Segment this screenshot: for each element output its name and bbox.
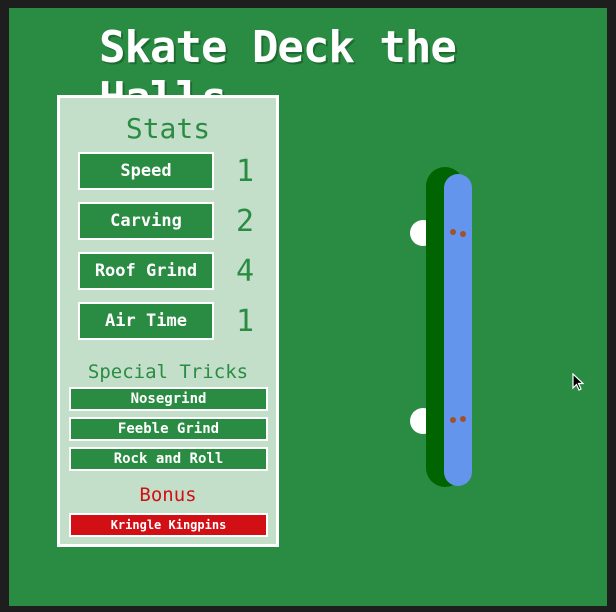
trick-item: Rock and Roll bbox=[69, 447, 268, 471]
bolt bbox=[450, 229, 456, 235]
bolt bbox=[450, 417, 456, 423]
bolt bbox=[460, 231, 466, 237]
game-canvas[interactable]: Skate Deck the Halls Stats Speed 1 Carvi… bbox=[9, 8, 607, 606]
stat-value: 1 bbox=[236, 303, 255, 339]
stat-row-speed: Speed 1 bbox=[78, 152, 268, 194]
stat-label: Speed bbox=[78, 152, 214, 190]
mouse-cursor-icon bbox=[572, 373, 585, 391]
stat-value: 1 bbox=[236, 153, 255, 189]
skateboard[interactable] bbox=[401, 166, 491, 496]
special-tricks-heading: Special Tricks bbox=[87, 361, 249, 383]
stat-row-air-time: Air Time 1 bbox=[78, 302, 268, 344]
bonus-item: Kringle Kingpins bbox=[69, 513, 268, 537]
deck-top bbox=[444, 174, 472, 486]
stat-value: 4 bbox=[236, 253, 255, 289]
stats-heading: Stats bbox=[125, 112, 211, 145]
stat-value: 2 bbox=[236, 203, 255, 239]
stat-label: Air Time bbox=[78, 302, 214, 340]
stat-label: Roof Grind bbox=[78, 252, 214, 290]
stat-row-roof-grind: Roof Grind 4 bbox=[78, 252, 268, 294]
trick-item: Feeble Grind bbox=[69, 417, 268, 441]
stats-panel: Stats Speed 1 Carving 2 Roof Grind 4 Air… bbox=[57, 95, 279, 547]
trick-item: Nosegrind bbox=[69, 387, 268, 411]
stat-row-carving: Carving 2 bbox=[78, 202, 268, 244]
stat-label: Carving bbox=[78, 202, 214, 240]
bonus-heading: Bonus bbox=[139, 484, 197, 506]
bolt bbox=[460, 416, 466, 422]
